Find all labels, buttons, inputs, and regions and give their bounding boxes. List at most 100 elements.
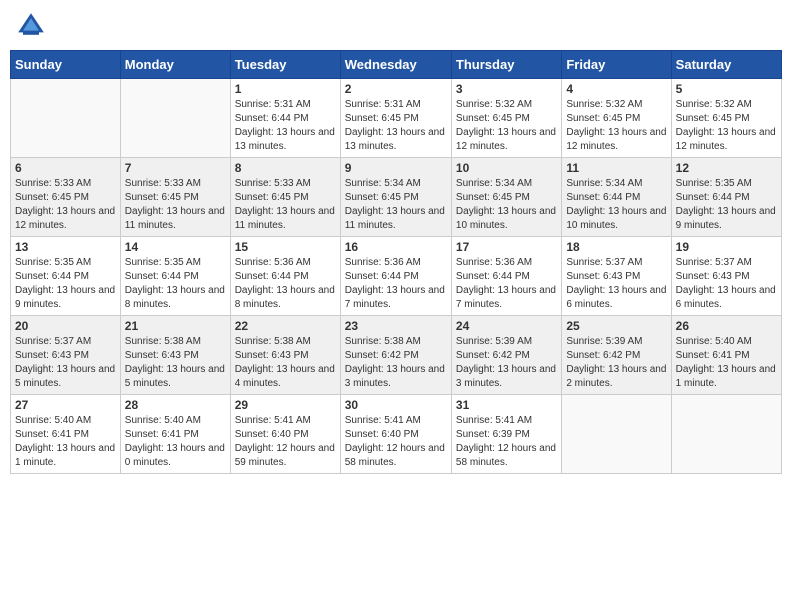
calendar-day-cell: 16 Sunrise: 5:36 AMSunset: 6:44 PMDayligh… — [340, 237, 451, 316]
calendar-week-row: 1Sunrise: 5:31 AMSunset: 6:44 PMDaylight… — [11, 79, 782, 158]
day-info: Sunrise: 5:38 AMSunset: 6:43 PMDaylight:… — [235, 335, 336, 391]
day-info: Sunrise: 5:39 AMSunset: 6:42 PMDaylight:… — [456, 335, 557, 391]
day-number: 8 — [235, 161, 336, 175]
day-info: Sunrise: 5:36 AMSunset: 6:44 PMDaylight:… — [345, 256, 447, 312]
day-info: Sunrise: 5:31 AMSunset: 6:44 PMDaylight:… — [235, 98, 336, 154]
weekday-header-sunday: Sunday — [11, 51, 121, 79]
day-info: Sunrise: 5:37 AMSunset: 6:43 PMDaylight:… — [676, 256, 777, 312]
day-info: Sunrise: 5:33 AMSunset: 6:45 PMDaylight:… — [125, 177, 226, 233]
calendar-day-cell: 29 Sunrise: 5:41 AMSunset: 6:40 PMDayligh… — [230, 395, 340, 474]
day-info: Sunrise: 5:41 AMSunset: 6:39 PMDaylight:… — [456, 414, 557, 470]
day-info: Sunrise: 5:31 AMSunset: 6:45 PMDaylight:… — [345, 98, 447, 154]
day-info: Sunrise: 5:32 AMSunset: 6:45 PMDaylight:… — [456, 98, 557, 154]
day-number: 9 — [345, 161, 447, 175]
calendar-day-cell: 3 Sunrise: 5:32 AMSunset: 6:45 PMDaylight… — [451, 79, 561, 158]
day-info: Sunrise: 5:41 AMSunset: 6:40 PMDaylight:… — [235, 414, 336, 470]
calendar-day-cell: 23 Sunrise: 5:38 AMSunset: 6:42 PMDayligh… — [340, 316, 451, 395]
day-info: Sunrise: 5:34 AMSunset: 6:44 PMDaylight:… — [566, 177, 666, 233]
day-info: Sunrise: 5:37 AMSunset: 6:43 PMDaylight:… — [15, 335, 116, 391]
weekday-header-saturday: Saturday — [671, 51, 781, 79]
calendar-day-cell: 26 Sunrise: 5:40 AMSunset: 6:41 PMDayligh… — [671, 316, 781, 395]
calendar-day-cell: 28 Sunrise: 5:40 AMSunset: 6:41 PMDayligh… — [120, 395, 230, 474]
day-number: 13 — [15, 240, 116, 254]
day-number: 3 — [456, 82, 557, 96]
calendar-day-cell: 24 Sunrise: 5:39 AMSunset: 6:42 PMDayligh… — [451, 316, 561, 395]
day-number: 2 — [345, 82, 447, 96]
calendar-week-row: 6 Sunrise: 5:33 AMSunset: 6:45 PMDaylight… — [11, 158, 782, 237]
day-number: 12 — [676, 161, 777, 175]
calendar-week-row: 13 Sunrise: 5:35 AMSunset: 6:44 PMDayligh… — [11, 237, 782, 316]
calendar-day-cell: 22 Sunrise: 5:38 AMSunset: 6:43 PMDayligh… — [230, 316, 340, 395]
weekday-header-monday: Monday — [120, 51, 230, 79]
day-number: 25 — [566, 319, 666, 333]
day-number: 18 — [566, 240, 666, 254]
day-info: Sunrise: 5:35 AMSunset: 6:44 PMDaylight:… — [676, 177, 777, 233]
day-info: Sunrise: 5:40 AMSunset: 6:41 PMDaylight:… — [15, 414, 116, 470]
day-number: 24 — [456, 319, 557, 333]
day-number: 22 — [235, 319, 336, 333]
day-info: Sunrise: 5:40 AMSunset: 6:41 PMDaylight:… — [125, 414, 226, 470]
day-info: Sunrise: 5:33 AMSunset: 6:45 PMDaylight:… — [15, 177, 116, 233]
day-number: 6 — [15, 161, 116, 175]
weekday-header-tuesday: Tuesday — [230, 51, 340, 79]
weekday-header-thursday: Thursday — [451, 51, 561, 79]
calendar-table: SundayMondayTuesdayWednesdayThursdayFrid… — [10, 50, 782, 474]
calendar-day-cell: 30 Sunrise: 5:41 AMSunset: 6:40 PMDayligh… — [340, 395, 451, 474]
calendar-day-cell: 25 Sunrise: 5:39 AMSunset: 6:42 PMDayligh… — [562, 316, 671, 395]
logo — [15, 10, 51, 42]
day-info: Sunrise: 5:40 AMSunset: 6:41 PMDaylight:… — [676, 335, 777, 391]
calendar-day-cell: 10Sunrise: 5:34 AMSunset: 6:45 PMDayligh… — [451, 158, 561, 237]
calendar-day-cell — [120, 79, 230, 158]
day-number: 28 — [125, 398, 226, 412]
day-number: 30 — [345, 398, 447, 412]
day-number: 29 — [235, 398, 336, 412]
calendar-day-cell: 20Sunrise: 5:37 AMSunset: 6:43 PMDayligh… — [11, 316, 121, 395]
day-number: 23 — [345, 319, 447, 333]
day-info: Sunrise: 5:39 AMSunset: 6:42 PMDaylight:… — [566, 335, 666, 391]
calendar-day-cell: 7 Sunrise: 5:33 AMSunset: 6:45 PMDaylight… — [120, 158, 230, 237]
calendar-day-cell: 13 Sunrise: 5:35 AMSunset: 6:44 PMDayligh… — [11, 237, 121, 316]
day-info: Sunrise: 5:35 AMSunset: 6:44 PMDaylight:… — [125, 256, 226, 312]
day-info: Sunrise: 5:38 AMSunset: 6:43 PMDaylight:… — [125, 335, 226, 391]
calendar-day-cell: 2 Sunrise: 5:31 AMSunset: 6:45 PMDaylight… — [340, 79, 451, 158]
weekday-header-friday: Friday — [562, 51, 671, 79]
day-number: 17 — [456, 240, 557, 254]
day-info: Sunrise: 5:35 AMSunset: 6:44 PMDaylight:… — [15, 256, 116, 312]
day-number: 4 — [566, 82, 666, 96]
page-header — [10, 10, 782, 42]
day-number: 15 — [235, 240, 336, 254]
day-info: Sunrise: 5:34 AMSunset: 6:45 PMDaylight:… — [345, 177, 447, 233]
day-info: Sunrise: 5:36 AMSunset: 6:44 PMDaylight:… — [235, 256, 336, 312]
day-number: 11 — [566, 161, 666, 175]
day-number: 7 — [125, 161, 226, 175]
day-number: 10 — [456, 161, 557, 175]
day-info: Sunrise: 5:38 AMSunset: 6:42 PMDaylight:… — [345, 335, 447, 391]
day-info: Sunrise: 5:33 AMSunset: 6:45 PMDaylight:… — [235, 177, 336, 233]
calendar-day-cell: 17 Sunrise: 5:36 AMSunset: 6:44 PMDayligh… — [451, 237, 561, 316]
calendar-day-cell: 9 Sunrise: 5:34 AMSunset: 6:45 PMDaylight… — [340, 158, 451, 237]
calendar-day-cell: 19 Sunrise: 5:37 AMSunset: 6:43 PMDayligh… — [671, 237, 781, 316]
calendar-day-cell: 1Sunrise: 5:31 AMSunset: 6:44 PMDaylight… — [230, 79, 340, 158]
calendar-day-cell: 8 Sunrise: 5:33 AMSunset: 6:45 PMDaylight… — [230, 158, 340, 237]
calendar-day-cell — [562, 395, 671, 474]
calendar-day-cell — [671, 395, 781, 474]
day-number: 27 — [15, 398, 116, 412]
calendar-day-cell — [11, 79, 121, 158]
calendar-day-cell: 6 Sunrise: 5:33 AMSunset: 6:45 PMDaylight… — [11, 158, 121, 237]
day-number: 31 — [456, 398, 557, 412]
calendar-day-cell: 15 Sunrise: 5:36 AMSunset: 6:44 PMDayligh… — [230, 237, 340, 316]
day-info: Sunrise: 5:36 AMSunset: 6:44 PMDaylight:… — [456, 256, 557, 312]
calendar-week-row: 27 Sunrise: 5:40 AMSunset: 6:41 PMDayligh… — [11, 395, 782, 474]
day-info: Sunrise: 5:41 AMSunset: 6:40 PMDaylight:… — [345, 414, 447, 470]
day-number: 16 — [345, 240, 447, 254]
calendar-day-cell: 27 Sunrise: 5:40 AMSunset: 6:41 PMDayligh… — [11, 395, 121, 474]
weekday-header-wednesday: Wednesday — [340, 51, 451, 79]
day-number: 19 — [676, 240, 777, 254]
day-number: 26 — [676, 319, 777, 333]
logo-icon — [15, 10, 47, 42]
calendar-day-cell: 5 Sunrise: 5:32 AMSunset: 6:45 PMDaylight… — [671, 79, 781, 158]
day-number: 5 — [676, 82, 777, 96]
calendar-day-cell: 4Sunrise: 5:32 AMSunset: 6:45 PMDaylight… — [562, 79, 671, 158]
calendar-day-cell: 18Sunrise: 5:37 AMSunset: 6:43 PMDayligh… — [562, 237, 671, 316]
day-info: Sunrise: 5:32 AMSunset: 6:45 PMDaylight:… — [676, 98, 777, 154]
